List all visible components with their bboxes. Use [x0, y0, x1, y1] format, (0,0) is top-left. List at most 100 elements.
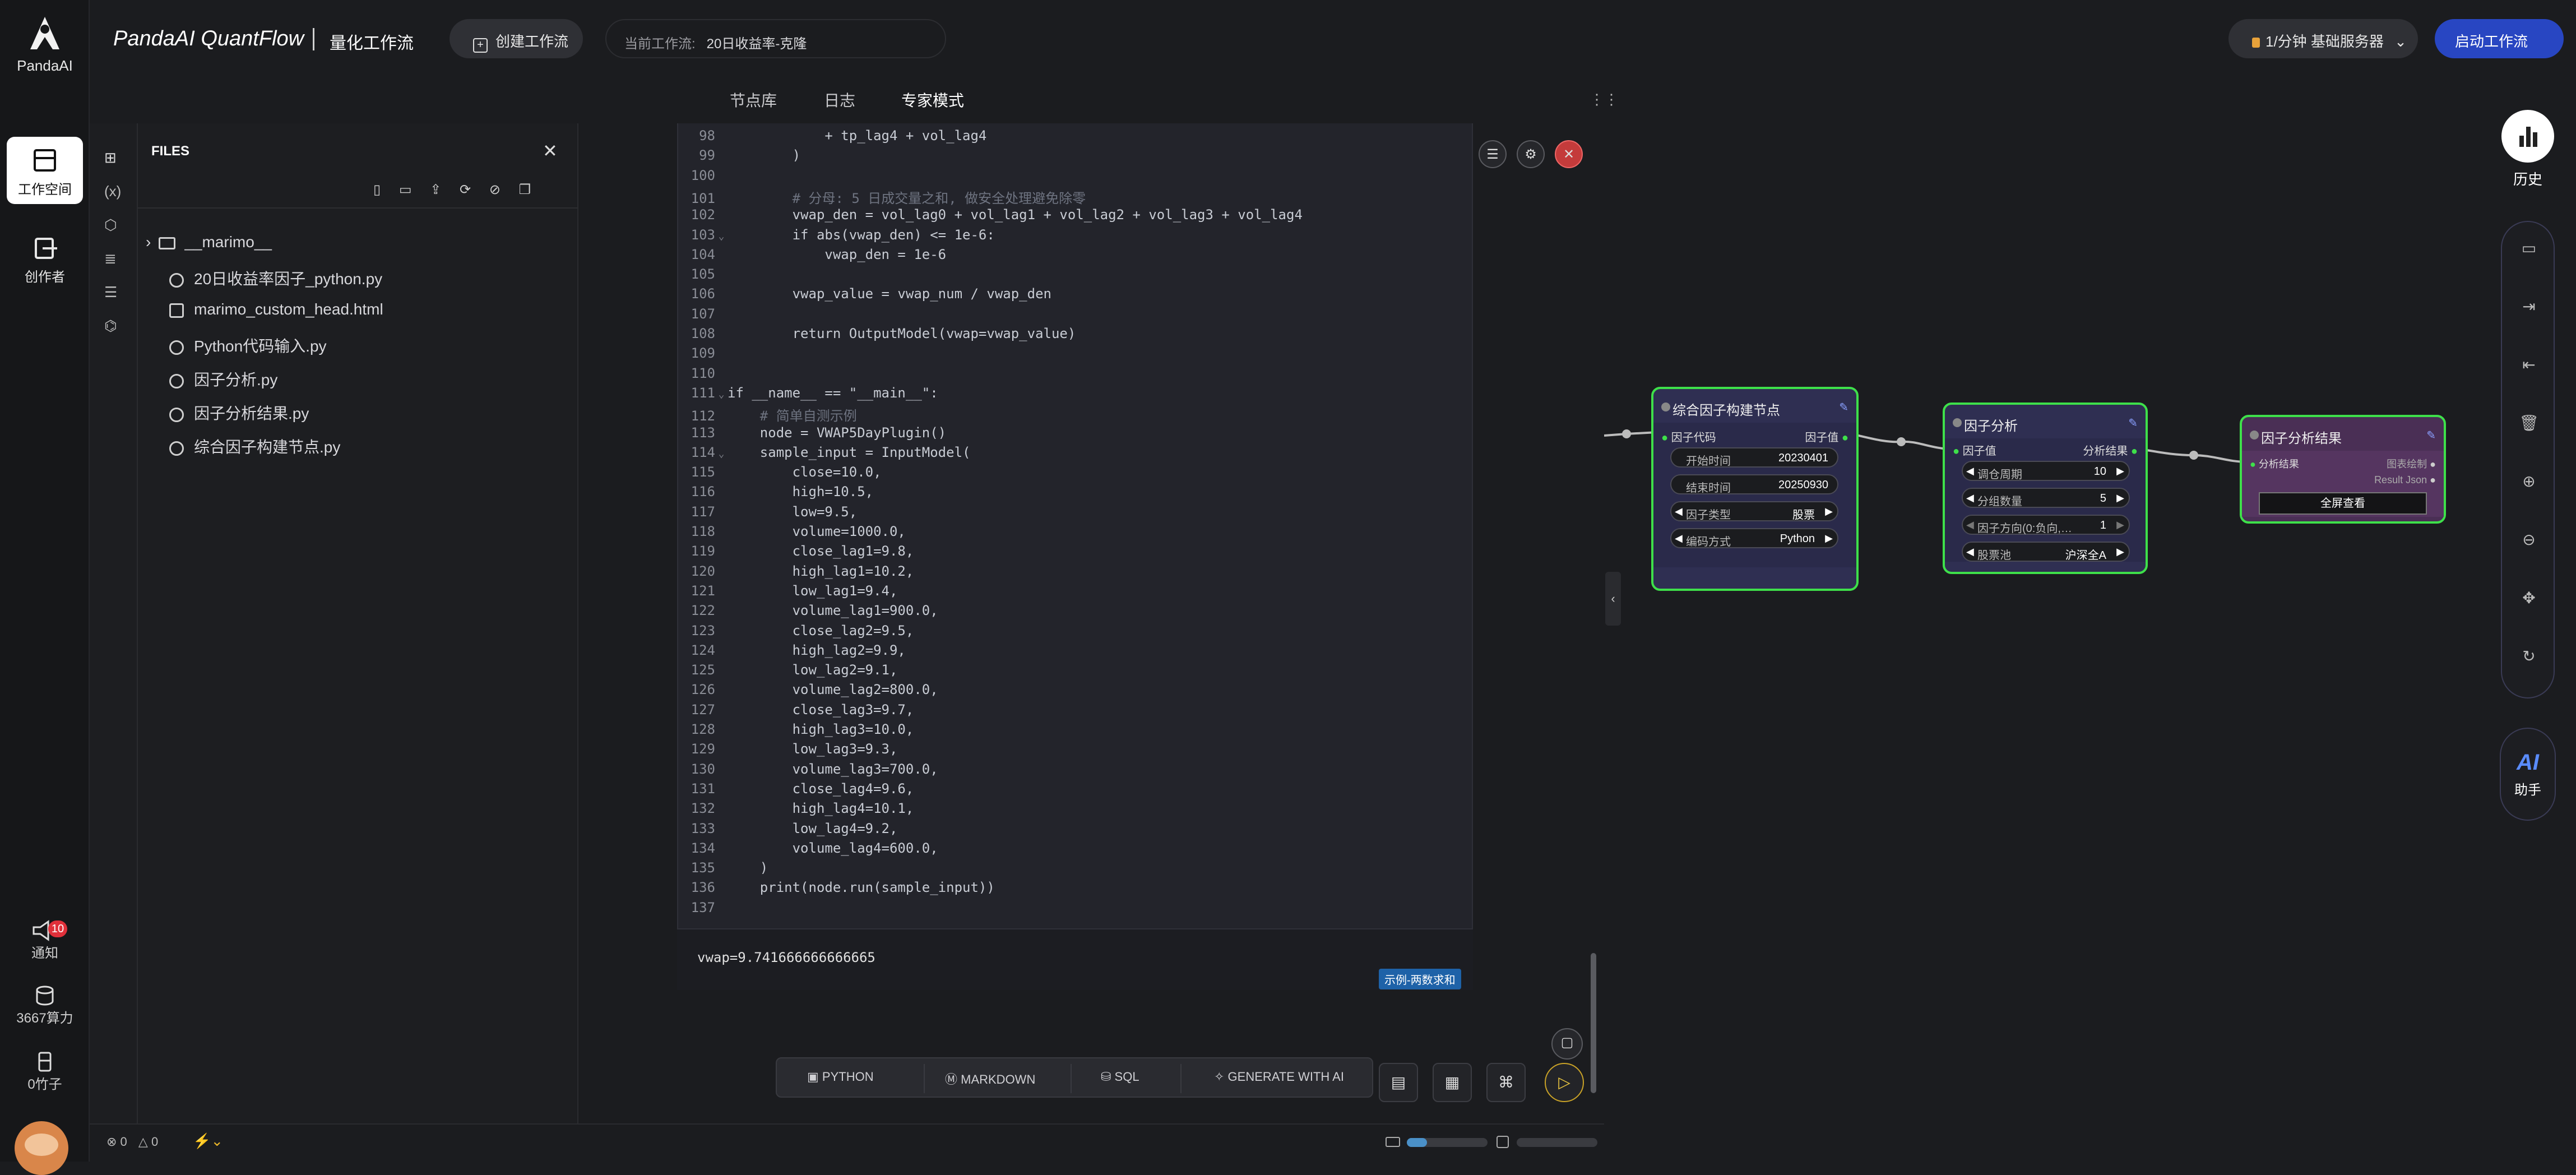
output-port[interactable]: 因子值 ●	[1805, 428, 1848, 445]
command-icon[interactable]: ⌘	[1486, 1063, 1526, 1102]
edge-handle[interactable]	[1897, 437, 1906, 446]
current-workflow-field[interactable]: 当前工作流: 20日收益率-克隆	[605, 19, 946, 58]
output-port-chart[interactable]: 图表绘制 ●	[2387, 456, 2436, 471]
node-factor-builder[interactable]: 综合因子构建节点 ✎ ● 因子代码 因子值 ● 开始时间 20230401 结束时…	[1651, 387, 1859, 591]
code-line: 102 vwap_den = vol_lag0 + vol_lag1 + vol…	[678, 207, 1303, 226]
hide-icon[interactable]: ⊘	[489, 182, 501, 197]
node-analysis-result[interactable]: 因子分析结果 ✎ ● 分析结果 图表绘制 ● Result Json ● 全屏查…	[2240, 415, 2446, 524]
save-icon[interactable]: ▤	[1379, 1063, 1418, 1102]
file-item[interactable]: Python代码输入.py	[169, 334, 327, 357]
package-icon[interactable]: ⬡	[104, 216, 117, 234]
upload-icon[interactable]: ⇪	[430, 182, 441, 197]
factor-direction-field[interactable]: ◀ 因子方向(0:负向,… 1 ▶	[1962, 515, 2130, 535]
node-factor-analysis[interactable]: 因子分析 ✎ ● 因子值 分析结果 ● ◀ 调仓周期 10 ▶ ◀ 分组数量 5 ▶ ◀ 因子…	[1943, 403, 2148, 574]
reset-icon[interactable]: ↻	[2502, 647, 2556, 665]
file-tree-icon[interactable]: ⊞	[104, 149, 117, 166]
close-icon[interactable]: ✕	[543, 140, 558, 161]
generate-ai-button[interactable]: ✧ GENERATE WITH AI	[1214, 1070, 1344, 1084]
output-port[interactable]: 分析结果 ●	[2083, 442, 2138, 458]
refresh-icon[interactable]: ⟳	[460, 182, 471, 197]
tab-expert-mode[interactable]: 专家模式	[901, 89, 964, 111]
problems-indicator[interactable]: ⊗ 0 △ 0	[106, 1135, 158, 1149]
lightning-icon[interactable]: ⚡⌄	[193, 1132, 223, 1150]
create-workflow-button[interactable]: + 创建工作流	[450, 19, 583, 58]
edit-icon[interactable]: ✎	[2128, 416, 2138, 430]
server-select[interactable]: 1/分钟 基础服务器 ⌄	[2228, 19, 2418, 58]
menu-icon[interactable]: ☰	[1479, 140, 1507, 168]
rebalance-period-field[interactable]: ◀ 调仓周期 10 ▶	[1962, 461, 2130, 481]
zoom-out-icon[interactable]: ⊖	[2502, 530, 2556, 549]
code-line: 107	[678, 306, 728, 326]
file-item[interactable]: 因子分析结果.py	[169, 401, 309, 424]
edit-icon[interactable]: ✎	[2426, 428, 2436, 442]
run-workflow-button[interactable]: 启动工作流	[2435, 19, 2564, 58]
new-file-icon[interactable]: ▯	[373, 182, 381, 197]
dependency-graph-icon[interactable]: ⌬	[104, 317, 117, 335]
code-line: 120 high_lag1=10.2,	[678, 563, 914, 583]
file-item[interactable]: 因子分析.py	[169, 368, 277, 390]
fold-chevron-icon[interactable]: ⌄	[715, 388, 728, 400]
encoding-select[interactable]: ◀ 编码方式 Python ▶	[1670, 528, 1838, 548]
search-list-icon[interactable]: ☰	[104, 284, 117, 301]
copy-icon[interactable]: ❐	[519, 182, 531, 197]
code-editor[interactable]: 98 + tp_lag4 + vol_lag4 99 ) 100 101 # 分母: …	[677, 123, 1473, 989]
fold-chevron-icon[interactable]: ⌄	[715, 448, 728, 460]
code-line: 137	[678, 900, 728, 919]
ai-assistant-button[interactable]: AI 助手	[2500, 728, 2556, 821]
zoom-in-icon[interactable]: ⊕	[2502, 472, 2556, 491]
folder-item[interactable]: › __marimo__	[146, 233, 272, 251]
variables-icon[interactable]: (x)	[104, 183, 121, 200]
node-status-dot	[2250, 431, 2259, 440]
add-markdown-button[interactable]: Ⓜ MARKDOWN	[945, 1070, 1035, 1088]
gear-icon[interactable]: ⚙	[1517, 140, 1545, 168]
cpu-icon[interactable]	[1497, 1136, 1509, 1148]
tab-node-library[interactable]: 节点库	[730, 89, 777, 111]
compute-button[interactable]: 3667算力	[0, 984, 90, 1026]
fullscreen-button[interactable]: 全屏查看	[2259, 492, 2427, 515]
app-logo[interactable]: PandaAI	[0, 15, 90, 75]
user-avatar[interactable]	[15, 1121, 68, 1175]
rail-author-button[interactable]: 创作者	[7, 235, 83, 297]
fold-chevron-icon[interactable]: ⌄	[715, 230, 728, 242]
new-folder-icon[interactable]: ▭	[399, 182, 412, 197]
trash-icon[interactable]: 🗑	[2502, 414, 2556, 432]
bell-icon	[33, 920, 49, 941]
file-item[interactable]: 20日收益率因子_python.py	[169, 267, 382, 289]
bamboo-button[interactable]: 0竹子	[0, 1051, 90, 1093]
current-workflow-label: 当前工作流:	[624, 36, 696, 52]
input-port[interactable]: ● 分析结果	[2250, 456, 2299, 471]
edge-handle[interactable]	[2189, 451, 2198, 460]
export-icon[interactable]: ⇥	[2502, 297, 2556, 316]
outline-icon[interactable]: ≣	[104, 250, 117, 267]
rail-workspace-button[interactable]: 工作空间	[7, 137, 83, 204]
stock-pool-select[interactable]: ◀ 股票池 沪深全A ▶	[1962, 542, 2130, 562]
add-sql-button[interactable]: ⛁ SQL	[1101, 1070, 1139, 1084]
save-canvas-icon[interactable]: ▭	[2502, 239, 2556, 257]
output-port-json[interactable]: Result Json ●	[2374, 474, 2436, 486]
file-item[interactable]: 综合因子构建节点.py	[169, 435, 340, 457]
input-port[interactable]: ● 因子值	[1953, 442, 1996, 458]
start-date-field[interactable]: 开始时间 20230401	[1670, 447, 1838, 468]
run-cell-icon[interactable]: ▷	[1545, 1063, 1584, 1102]
notify-button[interactable]: 10 通知	[0, 919, 90, 961]
layout-icon[interactable]: ▦	[1433, 1063, 1472, 1102]
input-port[interactable]: ● 因子代码	[1661, 428, 1716, 445]
group-count-field[interactable]: ◀ 分组数量 5 ▶	[1962, 488, 2130, 508]
tab-log[interactable]: 日志	[824, 89, 855, 111]
import-icon[interactable]: ⇤	[2502, 355, 2556, 374]
file-item[interactable]: marimo_custom_head.html	[169, 300, 383, 318]
edit-icon[interactable]: ✎	[1839, 400, 1848, 414]
close-editor-icon[interactable]: ✕	[1555, 140, 1583, 168]
stop-icon[interactable]: ▢	[1551, 1028, 1583, 1060]
code-line: 119 close_lag1=9.8,	[678, 543, 914, 563]
history-button[interactable]: 历史	[2500, 110, 2556, 189]
end-date-field[interactable]: 结束时间 20250930	[1670, 474, 1838, 494]
code-text: high_lag4=10.1,	[728, 801, 914, 817]
example-tag[interactable]: 示例-两数求和	[1379, 969, 1461, 989]
editor-scrollbar[interactable]	[1591, 953, 1596, 1093]
add-python-button[interactable]: ▣ PYTHON	[807, 1070, 874, 1084]
edge-handle[interactable]	[1622, 429, 1631, 438]
keyboard-icon[interactable]	[1386, 1137, 1400, 1147]
factor-type-select[interactable]: ◀ 因子类型 股票 ▶	[1670, 501, 1838, 521]
fit-view-icon[interactable]: ✥	[2502, 589, 2556, 607]
